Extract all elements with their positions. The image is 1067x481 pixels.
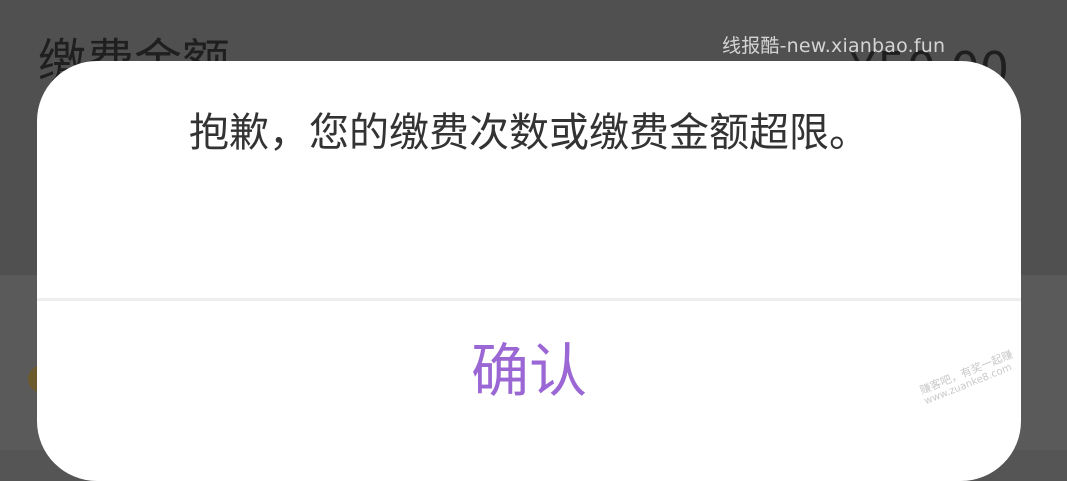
confirm-button[interactable]: 确认 <box>37 301 1021 461</box>
watermark-top: 线报酷-new.xianbao.fun <box>722 35 946 57</box>
alert-dialog: 抱歉，您的缴费次数或缴费金额超限。 确认 <box>37 61 1021 481</box>
dialog-message: 抱歉，您的缴费次数或缴费金额超限。 <box>189 110 869 156</box>
